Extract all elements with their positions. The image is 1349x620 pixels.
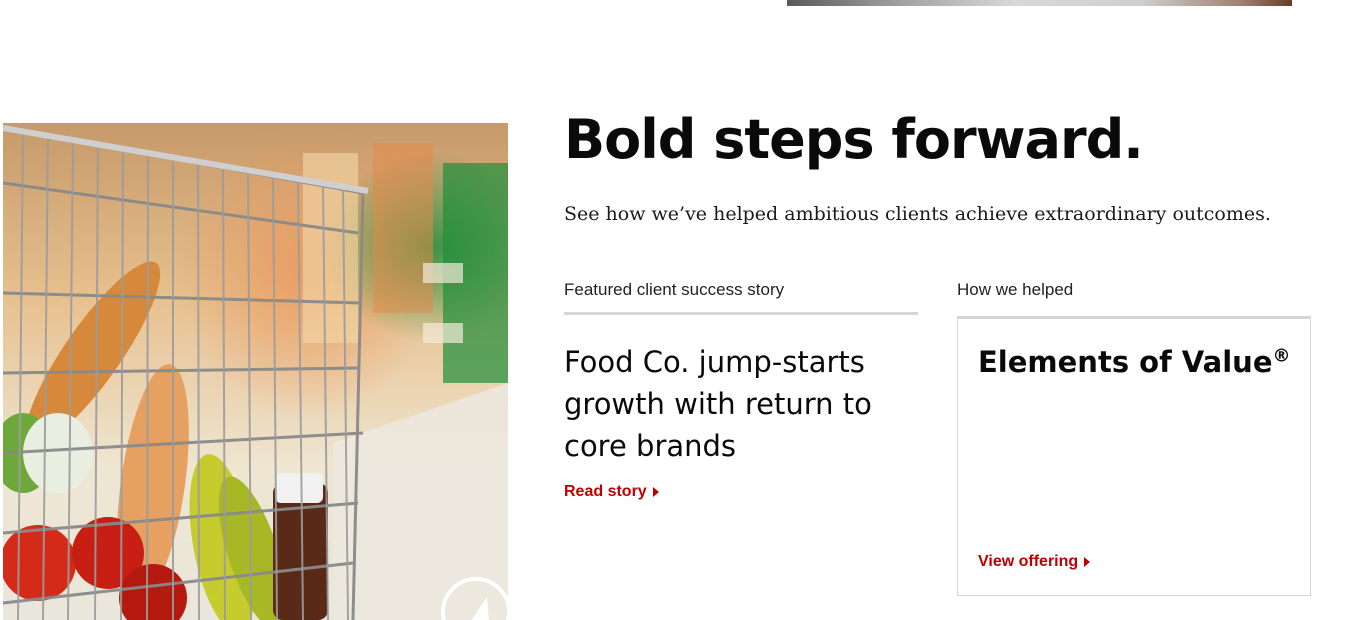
how-we-helped-label: How we helped	[957, 280, 1074, 299]
offering-title-text: Elements of Value	[978, 345, 1273, 379]
caret-right-icon	[1084, 557, 1091, 567]
section-headline: Bold steps forward.	[564, 108, 1144, 171]
page: Bold steps forward. See how we’ve helped…	[0, 0, 1349, 620]
top-image-strip	[787, 0, 1292, 6]
shopping-cart-illustration	[3, 125, 508, 620]
offering-title[interactable]: Elements of Value®	[978, 345, 1291, 379]
shopping-cart-image	[3, 123, 508, 620]
caret-right-icon	[652, 487, 659, 497]
registered-mark: ®	[1272, 345, 1291, 367]
offering-card[interactable]: Elements of Value® View offering	[957, 316, 1311, 596]
featured-story-label: Featured client success story	[564, 280, 918, 315]
featured-story-title[interactable]: Food Co. jump-starts growth with return …	[564, 341, 918, 467]
view-offering-label: View offering	[978, 553, 1079, 570]
read-story-link[interactable]: Read story	[564, 483, 659, 501]
view-offering-link[interactable]: View offering	[978, 553, 1091, 571]
how-we-helped-column: How we helped	[957, 280, 1311, 300]
section-subheadline: See how we’ve helped ambitious clients a…	[564, 203, 1271, 225]
read-story-label: Read story	[564, 483, 647, 500]
play-icon	[471, 597, 489, 620]
featured-story-column: Featured client success story Food Co. j…	[564, 280, 918, 501]
